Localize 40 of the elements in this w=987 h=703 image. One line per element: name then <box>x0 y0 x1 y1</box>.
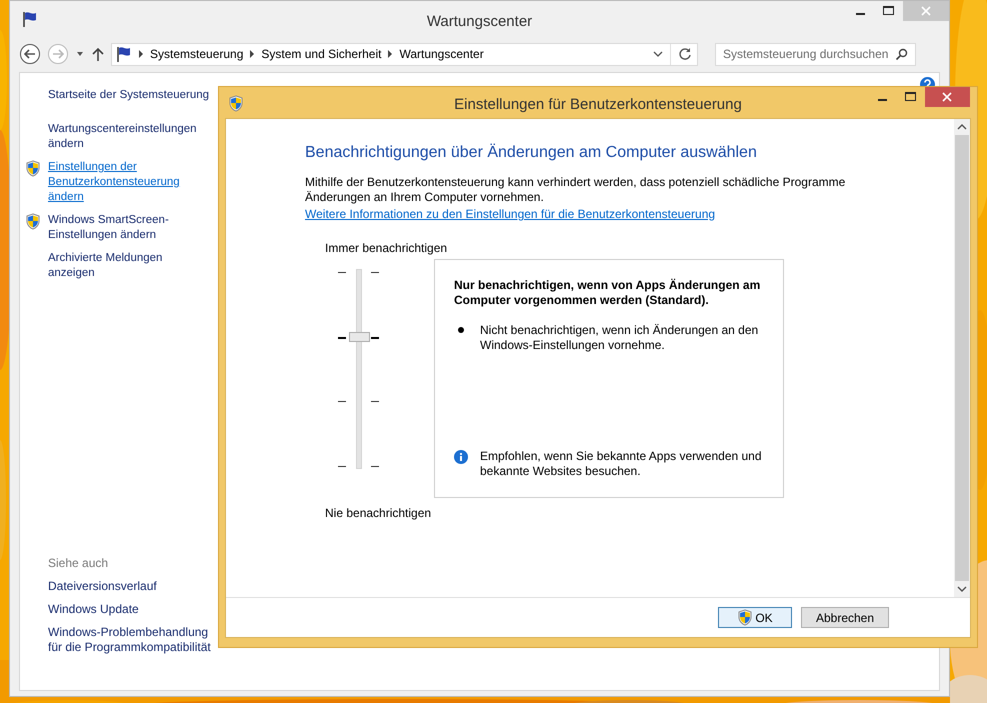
breadcrumb-item[interactable]: Systemsteuerung <box>150 45 244 63</box>
slider-track[interactable] <box>356 269 362 469</box>
back-icon[interactable] <box>19 43 41 65</box>
bullet-icon <box>458 327 464 333</box>
sidebar-link[interactable]: Startseite der Systemsteuerung <box>48 88 206 103</box>
sidebar-link[interactable]: Dateiversionsverlauf <box>48 579 218 594</box>
level-title: Nur benachrichtigen, wenn von Apps Änderungen am Computer vorgenommen werden (Standard). <box>454 278 762 308</box>
chevron-right-icon[interactable] <box>387 50 394 58</box>
info-link[interactable]: Weitere Informationen zu den Einstellungen für die Benutzerkontensteuerung <box>305 205 716 223</box>
slider-label: Nie benachrichtigen <box>325 505 432 522</box>
breadcrumb-item[interactable]: System und Sicherheit <box>261 45 382 63</box>
dialog-heading: Benachrichtigungen über Änderungen am Computer auswählen <box>305 142 757 163</box>
sidebar-link[interactable]: Windows-Problembehandlung für die Programmkompatibilität <box>48 625 218 655</box>
window-title: Wartungscenter <box>426 12 534 32</box>
recommendation-text: Empfohlen, wenn Sie bekannte Apps verwenden und bekannte Websites besuchen. <box>480 449 763 479</box>
sidebar-link[interactable]: Windows Update <box>48 602 218 617</box>
shield-icon <box>228 95 244 112</box>
slider-label: Immer benachrichtigen <box>325 240 448 257</box>
flag-icon <box>22 11 38 27</box>
section-heading: Siehe auch <box>48 556 110 571</box>
ok-button[interactable]: OK <box>718 607 792 628</box>
sidebar-link[interactable]: Wartungscentereinstellungen ändern <box>48 122 206 152</box>
dialog-title: Einstellungen für Benutzerkontensteuerung <box>453 95 743 115</box>
refresh-icon[interactable] <box>677 46 693 62</box>
sidebar-link[interactable]: Archivierte Meldungen anzeigen <box>48 251 206 281</box>
up-icon[interactable] <box>91 46 105 62</box>
flag-icon <box>116 46 132 62</box>
chevron-right-icon[interactable] <box>249 50 256 58</box>
cancel-button[interactable]: Abbrechen <box>801 607 889 628</box>
sidebar-link[interactable]: Einstellungen der Benutzerkontensteuerung ändern <box>48 160 206 205</box>
search-field[interactable]: Systemsteuerung durchsuchen <box>715 42 916 66</box>
description-text: Mithilfe der Benutzerkontensteuerung kann verhindert werden, dass potenziell schädliche Programme Änderungen an Ihrem Computer vornehmen. <box>305 175 846 205</box>
search-icon <box>895 48 908 60</box>
chevron-right-icon[interactable] <box>138 50 144 58</box>
slider-thumb[interactable] <box>349 332 370 342</box>
sidebar-link[interactable]: Windows SmartScreen-Einstellungen ändern <box>48 213 206 243</box>
info-icon <box>454 450 468 464</box>
breadcrumb-item[interactable]: Wartungscenter <box>399 45 484 63</box>
bullet-text: Nicht benachrichtigen, wenn ich Änderungen an den Windows-Einstellungen vornehme. <box>480 323 760 353</box>
address-bar[interactable]: Systemsteuerung System und Sicherheit Wartungscenter <box>111 42 698 66</box>
